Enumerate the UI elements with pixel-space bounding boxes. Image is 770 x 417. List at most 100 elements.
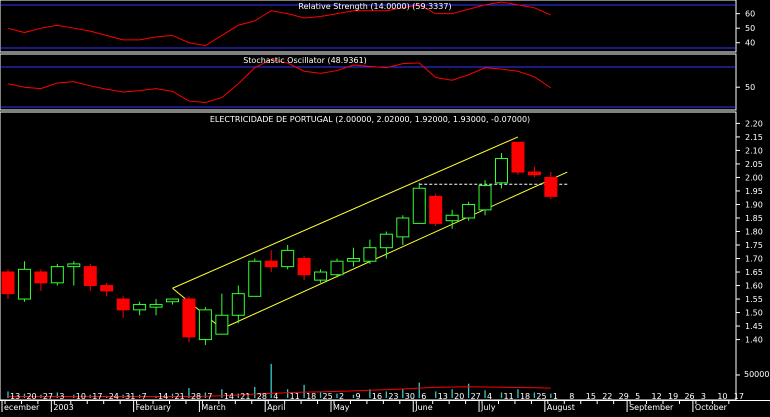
price-tick-label: 1.60 bbox=[745, 282, 763, 291]
candle-body bbox=[396, 217, 410, 238]
candle-body bbox=[527, 171, 541, 176]
x-week-label: 7 bbox=[207, 392, 212, 401]
candle-body bbox=[231, 293, 245, 316]
x-week-label: 11 bbox=[504, 392, 514, 401]
x-week-label: 8 bbox=[569, 392, 574, 401]
candle-body bbox=[100, 285, 114, 292]
x-month-label: September bbox=[629, 403, 674, 412]
price-tick-label: 2.20 bbox=[745, 119, 763, 128]
x-week-label: 16 bbox=[372, 392, 382, 401]
stoch-tick-label: 50 bbox=[745, 83, 755, 92]
price-tick-label: 1.65 bbox=[745, 268, 763, 277]
candle-body bbox=[116, 298, 130, 311]
x-week-label: 29 bbox=[619, 392, 629, 401]
x-week-label: 15 bbox=[586, 392, 596, 401]
x-week-label: 27 bbox=[43, 392, 53, 401]
candle-body bbox=[1, 271, 15, 295]
candle-body bbox=[248, 260, 262, 297]
x-week-label: 25 bbox=[536, 392, 546, 401]
x-month-label: February bbox=[136, 403, 172, 412]
candle-body bbox=[544, 176, 558, 197]
price-tick-label: 2.15 bbox=[745, 133, 763, 142]
x-week-label: 17 bbox=[734, 392, 744, 401]
x-week-label: 30 bbox=[405, 392, 415, 401]
price-tick-label: 1.75 bbox=[745, 241, 763, 250]
x-month-label: July bbox=[480, 403, 496, 412]
x-week-label: 17 bbox=[92, 392, 102, 401]
x-week-label: 11 bbox=[290, 392, 300, 401]
x-month-label: ecember bbox=[4, 403, 40, 412]
candle-body bbox=[478, 185, 492, 211]
x-month-label: March bbox=[201, 403, 225, 412]
x-month-label: 2003 bbox=[53, 403, 73, 412]
chart-window: 40 50 60 50 1.40 1.45 1.50 1.55 1.60 1.65 1.70 1.… bbox=[0, 0, 770, 412]
candle-body bbox=[495, 158, 508, 184]
x-month-label: April bbox=[267, 403, 285, 412]
candle-body bbox=[297, 258, 311, 276]
x-week-label: 7 bbox=[142, 392, 147, 401]
candle-body bbox=[34, 271, 48, 284]
rsi-tick-label: 40 bbox=[745, 39, 755, 48]
x-week-label: 5 bbox=[635, 392, 640, 401]
x-week-label: 13 bbox=[10, 392, 20, 401]
x-month-label: June bbox=[414, 403, 433, 412]
x-week-label: 10 bbox=[717, 392, 727, 401]
rsi-tick-label: 50 bbox=[745, 24, 755, 33]
candle-body bbox=[363, 247, 377, 262]
x-week-label: 14 bbox=[224, 392, 234, 401]
price-tick-label: 1.45 bbox=[745, 322, 763, 331]
candle-body bbox=[462, 203, 476, 219]
price-tick-label: 1.95 bbox=[745, 187, 763, 196]
candle-body bbox=[346, 258, 360, 262]
x-week-label: 22 bbox=[602, 392, 612, 401]
price-tick-label: 1.55 bbox=[745, 295, 763, 304]
x-month-label: October bbox=[695, 403, 728, 412]
rsi-title: Relative Strength (14.0000) (59.3337) bbox=[298, 2, 451, 11]
x-week-label: 18 bbox=[306, 392, 316, 401]
price-tick-label: 2.00 bbox=[745, 173, 763, 182]
x-week-label: 20 bbox=[26, 392, 36, 401]
x-week-label: 4 bbox=[273, 392, 278, 401]
stochastic-title: Stochastic Oscillator (48.9361) bbox=[243, 56, 367, 65]
chart-title: ELECTRICIDADE DE PORTUGAL (2.00000, 2.02… bbox=[210, 115, 530, 124]
rsi-tick-label: 60 bbox=[745, 10, 755, 19]
x-week-label: 18 bbox=[520, 392, 530, 401]
candle-body bbox=[412, 187, 426, 224]
candle-body bbox=[281, 249, 295, 268]
x-week-label: 3 bbox=[59, 392, 64, 401]
candle-body bbox=[133, 303, 147, 311]
x-week-label: 28 bbox=[257, 392, 267, 401]
candle-body bbox=[50, 266, 64, 284]
candle-body bbox=[429, 195, 443, 224]
price-tick-label: 1.85 bbox=[745, 214, 763, 223]
price-tick-label: 2.10 bbox=[745, 146, 763, 155]
candle-body bbox=[166, 298, 179, 303]
x-week-label: 20 bbox=[454, 392, 464, 401]
x-week-label: 31 bbox=[125, 392, 135, 401]
x-week-label: 14 bbox=[158, 392, 168, 401]
candle-body bbox=[149, 303, 163, 308]
candle-body bbox=[198, 309, 212, 341]
price-tick-label: 2.05 bbox=[745, 160, 763, 169]
candle-body bbox=[215, 314, 229, 335]
candle-body bbox=[17, 268, 31, 300]
x-week-label: 23 bbox=[388, 392, 398, 401]
x-week-label: 12 bbox=[652, 392, 662, 401]
candle-body bbox=[330, 260, 344, 276]
x-week-label: 10 bbox=[76, 392, 86, 401]
x-week-label: 2 bbox=[339, 392, 344, 401]
x-week-label: 13 bbox=[438, 392, 448, 401]
price-tick-label: 1.90 bbox=[745, 200, 763, 209]
x-week-label: 21 bbox=[175, 392, 185, 401]
x-week-label: 24 bbox=[109, 392, 119, 401]
stochastic-panel-frame bbox=[0, 53, 737, 111]
price-tick-label: 1.70 bbox=[745, 255, 763, 264]
x-week-label: 9 bbox=[355, 392, 360, 401]
x-month-label: August bbox=[547, 403, 575, 412]
x-week-label: 1 bbox=[553, 392, 558, 401]
candle-body bbox=[264, 260, 278, 268]
x-week-label: 4 bbox=[487, 392, 492, 401]
candle-body bbox=[83, 266, 97, 287]
x-week-label: 26 bbox=[684, 392, 694, 401]
price-tick-label: 1.40 bbox=[745, 336, 763, 345]
